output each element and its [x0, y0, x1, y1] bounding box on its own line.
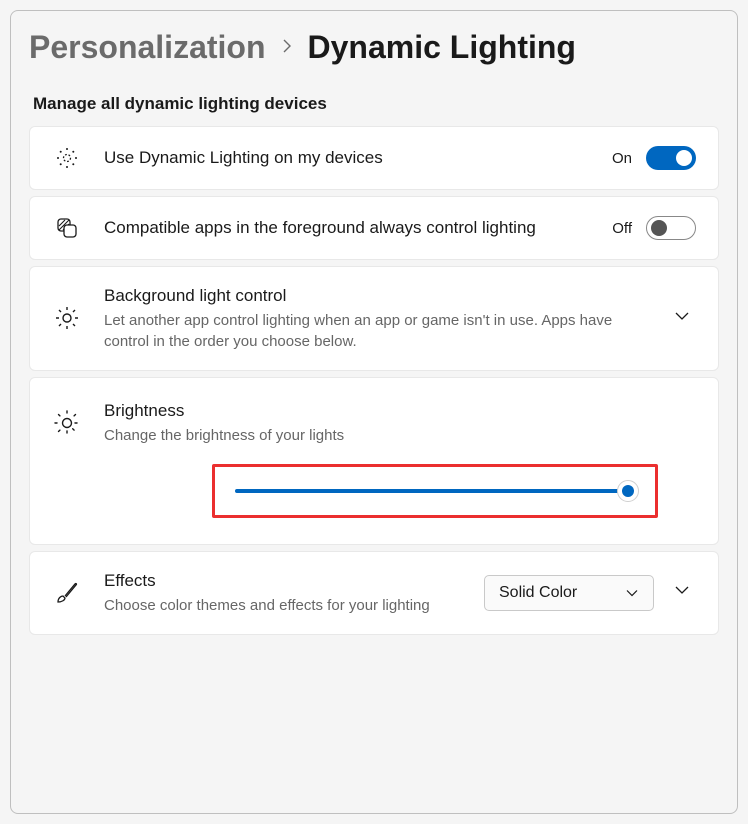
- breadcrumb-parent[interactable]: Personalization: [29, 29, 266, 66]
- expand-button[interactable]: [668, 302, 696, 335]
- use-dynamic-lighting-toggle[interactable]: [646, 146, 696, 170]
- setting-description: Choose color themes and effects for your…: [104, 595, 462, 616]
- setting-title: Brightness: [104, 400, 696, 423]
- setting-description: Change the brightness of your lights: [104, 425, 696, 446]
- brightness-row: Brightness Change the brightness of your…: [29, 377, 719, 545]
- compatible-apps-row: Compatible apps in the foreground always…: [29, 196, 719, 260]
- brush-icon: [52, 580, 82, 606]
- setting-description: Let another app control lighting when an…: [104, 310, 646, 352]
- setting-title: Effects: [104, 570, 462, 593]
- setting-title: Compatible apps in the foreground always…: [104, 217, 590, 240]
- use-dynamic-lighting-row: Use Dynamic Lighting on my devices On: [29, 126, 719, 190]
- breadcrumb-current: Dynamic Lighting: [308, 29, 576, 66]
- breadcrumb: Personalization Dynamic Lighting: [29, 29, 719, 66]
- toggle-state-label: Off: [612, 220, 632, 237]
- brightness-slider[interactable]: [235, 489, 635, 493]
- gear-icon: [52, 305, 82, 331]
- background-light-control-row[interactable]: Background light control Let another app…: [29, 266, 719, 371]
- section-title: Manage all dynamic lighting devices: [29, 94, 719, 114]
- slider-thumb[interactable]: [617, 480, 639, 502]
- setting-title: Background light control: [104, 285, 646, 308]
- effects-selected-value: Solid Color: [499, 584, 577, 602]
- compatible-apps-toggle[interactable]: [646, 216, 696, 240]
- setting-title: Use Dynamic Lighting on my devices: [104, 147, 590, 170]
- brightness-slider-highlight: [212, 464, 658, 518]
- chevron-right-icon: [280, 36, 294, 59]
- apps-icon: [52, 215, 82, 241]
- toggle-state-label: On: [612, 150, 632, 167]
- brightness-icon: [52, 409, 82, 437]
- dynamic-lighting-icon: [52, 145, 82, 171]
- chevron-down-icon: [625, 586, 639, 600]
- expand-button[interactable]: [668, 576, 696, 609]
- effects-row: Effects Choose color themes and effects …: [29, 551, 719, 635]
- effects-select[interactable]: Solid Color: [484, 575, 654, 611]
